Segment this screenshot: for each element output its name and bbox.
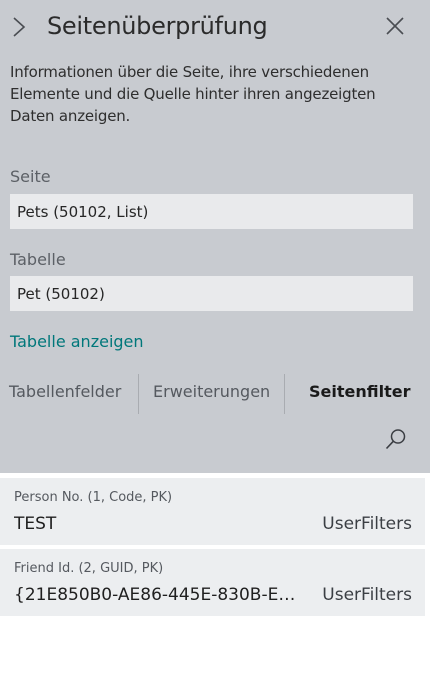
tab-divider bbox=[138, 374, 139, 414]
filter-value: {21E850B0-AE86-445E-830B-E6… bbox=[14, 585, 304, 605]
tab-extensions[interactable]: Erweiterungen bbox=[153, 381, 270, 403]
filter-source: UserFilters bbox=[322, 514, 412, 534]
list-item[interactable]: Person No. (1, Code, PK) TEST UserFilter… bbox=[0, 478, 425, 545]
filter-value: TEST bbox=[14, 514, 57, 534]
panel-title: Seitenüberprüfung bbox=[47, 12, 268, 40]
search-icon[interactable] bbox=[384, 427, 408, 451]
page-field-label: Seite bbox=[10, 167, 51, 186]
table-field-value: Pet (50102) bbox=[17, 285, 105, 303]
tab-table-fields[interactable]: Tabellenfelder bbox=[9, 381, 121, 403]
page-inspection-panel: Seitenüberprüfung Informationen über die… bbox=[0, 0, 430, 473]
tab-divider bbox=[284, 374, 285, 414]
page-field: Pets (50102, List) bbox=[10, 194, 413, 229]
filter-field-label: Person No. (1, Code, PK) bbox=[14, 490, 173, 505]
filter-field-label: Friend Id. (2, GUID, PK) bbox=[14, 561, 164, 576]
list-item[interactable]: Friend Id. (2, GUID, PK) {21E850B0-AE86-… bbox=[0, 549, 425, 616]
page-field-value: Pets (50102, List) bbox=[17, 203, 149, 221]
close-icon[interactable] bbox=[384, 15, 406, 37]
tab-page-filters[interactable]: Seitenfilter bbox=[309, 381, 410, 403]
view-table-link[interactable]: Tabelle anzeigen bbox=[10, 331, 144, 353]
filter-source: UserFilters bbox=[322, 585, 412, 605]
table-field: Pet (50102) bbox=[10, 276, 413, 311]
table-field-label: Tabelle bbox=[10, 250, 66, 269]
panel-description: Informationen über die Seite, ihre versc… bbox=[10, 63, 376, 125]
chevron-right-icon[interactable] bbox=[8, 14, 30, 40]
panel-header: Seitenüberprüfung bbox=[0, 0, 430, 54]
